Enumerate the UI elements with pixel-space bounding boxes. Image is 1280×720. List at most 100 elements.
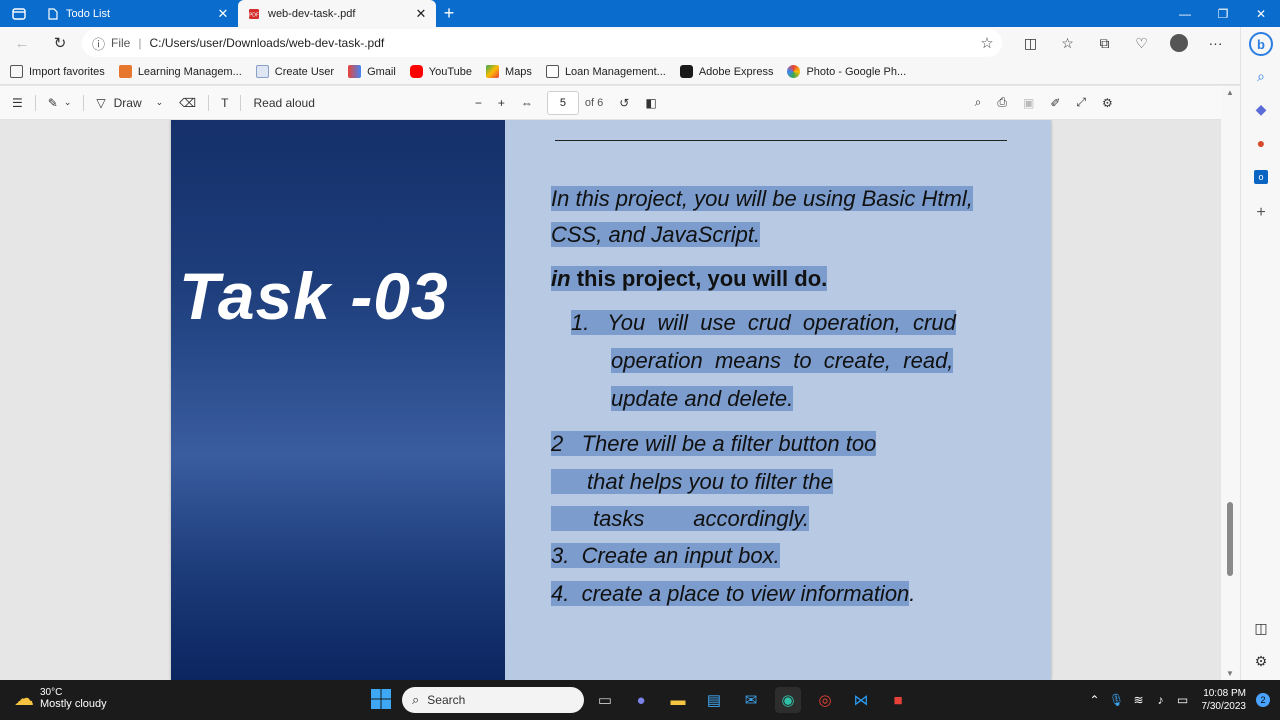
close-window-button[interactable]: ✕: [1242, 0, 1280, 27]
tab-actions-button[interactable]: [0, 0, 38, 27]
page-icon: [255, 65, 269, 78]
text-icon[interactable]: T: [213, 89, 236, 117]
page-total: of 6: [584, 96, 604, 109]
favorite-learning-management[interactable]: Learning Managem...: [118, 65, 242, 78]
windows-icon: [371, 689, 391, 709]
zoom-out-icon[interactable]: −: [467, 89, 490, 117]
more-options-icon[interactable]: ···: [1197, 29, 1234, 57]
chevron-up-icon[interactable]: ⌃: [1084, 693, 1106, 707]
list-item: tasks accordingly.: [551, 506, 810, 531]
favorite-loan-management[interactable]: Loan Management...: [545, 65, 666, 78]
tab-todo-list[interactable]: Todo List ✕: [38, 0, 238, 27]
url-field[interactable]: ⓘ File | C:/Users/user/Downloads/web-dev…: [82, 29, 1002, 57]
bing-chat-icon[interactable]: b: [1241, 29, 1280, 59]
scroll-down-icon[interactable]: ▼: [1226, 669, 1234, 678]
favorite-import[interactable]: Import favorites: [10, 65, 105, 78]
edge-icon[interactable]: ◉: [775, 687, 801, 713]
tab-strip: Todo List ✕ PDF web-dev-task-.pdf ✕ + — …: [0, 0, 1280, 27]
clock[interactable]: 10:08 PM 7/30/2023: [1202, 687, 1247, 713]
refresh-button[interactable]: ↻: [46, 29, 74, 57]
favorite-label: Import favorites: [29, 65, 105, 78]
text-line: CSS, and JavaScript.: [551, 222, 761, 247]
add-favorite-icon[interactable]: ☆: [972, 34, 1002, 52]
print-icon[interactable]: ⎙: [989, 89, 1015, 117]
list-item: that helps you to filter the: [551, 469, 833, 494]
url-text: C:/Users/user/Downloads/web-dev-task-.pd…: [149, 36, 385, 50]
search-icon: ⌕: [412, 692, 420, 707]
list-item: update and delete.: [611, 386, 794, 411]
favorite-label: Maps: [505, 65, 532, 78]
page-view-icon[interactable]: ◧: [637, 89, 664, 117]
erase-icon[interactable]: ⌫: [171, 89, 204, 117]
recorder-icon[interactable]: ■: [885, 687, 911, 713]
fit-width-icon[interactable]: ⇔: [513, 89, 541, 117]
weather-widget[interactable]: ☁ 30°C Mostly cloudy: [14, 686, 107, 711]
favorite-google-photos[interactable]: Photo - Google Ph...: [787, 65, 906, 78]
draw-button[interactable]: ▽ Draw ⌄: [88, 89, 171, 117]
outlook-icon[interactable]: o: [1241, 162, 1280, 192]
sidebar-panel-icon[interactable]: ◫: [1241, 613, 1280, 643]
tab-close-icon[interactable]: ✕: [414, 6, 428, 22]
contents-icon[interactable]: ☰: [4, 89, 31, 117]
search-icon[interactable]: ⌕: [1241, 61, 1280, 91]
info-icon[interactable]: ⓘ: [92, 34, 105, 53]
maximize-button[interactable]: ❐: [1204, 0, 1242, 27]
mail-icon[interactable]: ✉: [738, 687, 764, 713]
teams-icon[interactable]: ●: [628, 687, 654, 713]
favorite-adobe-express[interactable]: Adobe Express: [679, 65, 773, 78]
pdf-icon: PDF: [249, 8, 259, 19]
read-aloud-button[interactable]: Read aloud: [245, 89, 322, 117]
favorite-create-user[interactable]: Create User: [255, 65, 334, 78]
fullscreen-icon[interactable]: ⤢: [1068, 89, 1094, 117]
minimize-button[interactable]: —: [1166, 0, 1204, 27]
zoom-in-icon[interactable]: +: [490, 89, 513, 117]
sidebar-settings-icon[interactable]: ⚙: [1241, 646, 1280, 676]
add-sidebar-app-icon[interactable]: +: [1241, 198, 1280, 228]
text-line: [570, 266, 577, 291]
highlight-icon[interactable]: ✎ ⌄: [40, 89, 80, 117]
file-explorer-icon[interactable]: ▬: [665, 687, 691, 713]
scroll-thumb[interactable]: [1227, 502, 1233, 576]
shopping-icon[interactable]: ◆: [1241, 94, 1280, 124]
battery-icon[interactable]: ▭: [1172, 693, 1194, 707]
pdf-toolbar: ☰ ✎ ⌄ ▽ Draw ⌄ ⌫ T Read aloud − + ⇔ 5 of 6…: [0, 86, 1221, 120]
favorite-gmail[interactable]: Gmail: [348, 65, 396, 78]
settings-icon[interactable]: ⚙: [1094, 89, 1121, 117]
favorites-icon[interactable]: ☆: [1049, 29, 1086, 57]
start-button[interactable]: [370, 688, 392, 710]
new-tab-button[interactable]: +: [436, 0, 462, 27]
vertical-scrollbar[interactable]: ▲ ▼: [1221, 86, 1240, 680]
task-title: Task -03: [179, 259, 449, 333]
chrome-icon[interactable]: ◎: [812, 687, 838, 713]
pdf-viewer[interactable]: Task -03 In this project, you will be us…: [0, 120, 1221, 680]
draw-icon: ▽: [96, 95, 106, 110]
back-button[interactable]: ←: [8, 29, 36, 57]
save-as-icon[interactable]: ✐: [1042, 89, 1068, 117]
notification-badge[interactable]: 2: [1256, 693, 1270, 707]
favorite-maps[interactable]: Maps: [486, 65, 532, 78]
wifi-icon[interactable]: ≋: [1128, 693, 1150, 707]
text-period: .: [909, 581, 916, 606]
tab-web-dev-task-pdf[interactable]: PDF web-dev-task-.pdf ✕: [238, 0, 436, 27]
split-screen-icon[interactable]: ◫: [1012, 29, 1049, 57]
taskbar: ☁ 30°C Mostly cloudy ⌕ Search ▭ ● ▬ ▤ ✉ …: [0, 680, 1280, 720]
rotate-icon[interactable]: ↺: [611, 89, 637, 117]
microphone-icon[interactable]: 🎙: [1106, 693, 1128, 707]
volume-icon[interactable]: ♪: [1150, 693, 1172, 707]
store-icon[interactable]: ▤: [701, 687, 727, 713]
taskbar-search[interactable]: ⌕ Search: [402, 687, 584, 713]
save-icon[interactable]: ▣: [1015, 89, 1042, 117]
task-view-icon[interactable]: ▭: [592, 687, 618, 713]
collections-icon[interactable]: ⧉: [1086, 29, 1123, 57]
scroll-up-icon[interactable]: ▲: [1226, 88, 1234, 97]
search-icon[interactable]: ⌕: [967, 89, 990, 117]
chevron-down-icon: ⌄: [63, 97, 72, 107]
profile-avatar[interactable]: [1160, 29, 1197, 57]
page-number-input[interactable]: 5: [546, 90, 579, 115]
office-icon[interactable]: ●: [1241, 128, 1280, 158]
favorite-youtube[interactable]: YouTube: [409, 65, 472, 78]
browser-essentials-icon[interactable]: ♡: [1123, 29, 1160, 57]
tab-close-icon[interactable]: ✕: [216, 6, 230, 22]
vscode-icon[interactable]: ⋈: [848, 687, 874, 713]
favorite-label: Gmail: [367, 65, 396, 78]
